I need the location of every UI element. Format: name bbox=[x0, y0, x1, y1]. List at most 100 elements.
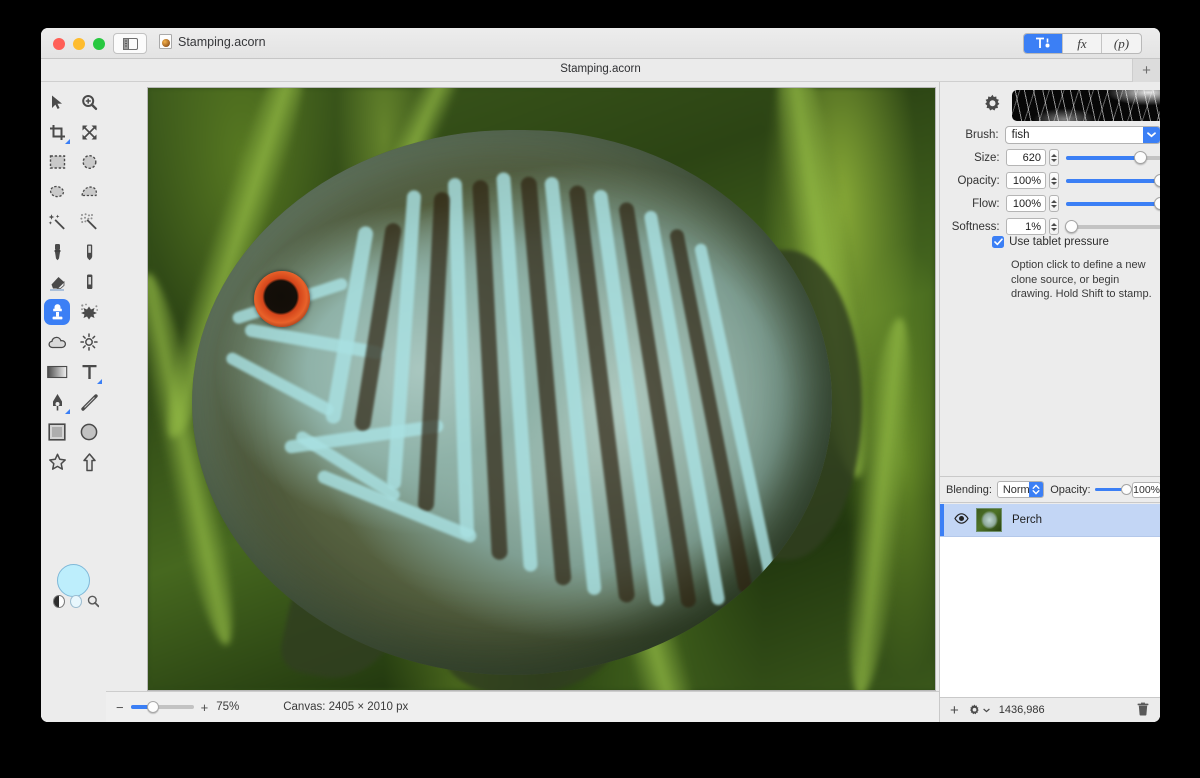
segment-filters[interactable]: fx bbox=[1063, 34, 1102, 53]
tool-submenu-indicator[interactable] bbox=[65, 409, 70, 414]
layer-opacity-knob[interactable] bbox=[1121, 484, 1133, 495]
softness-slider[interactable] bbox=[1065, 220, 1160, 233]
tool-bezier-pen[interactable] bbox=[41, 387, 73, 417]
layer-visibility-toggle[interactable] bbox=[954, 511, 969, 529]
zoom-level-label: 75% bbox=[216, 701, 240, 713]
brush-settings-gear-button[interactable] bbox=[982, 94, 1003, 120]
tool-options-icon bbox=[1035, 37, 1049, 48]
color-picker-magnifier-icon[interactable] bbox=[87, 594, 99, 608]
softness-stepper[interactable] bbox=[1048, 218, 1060, 235]
tool-gradient[interactable] bbox=[41, 357, 73, 387]
gradient-icon bbox=[46, 365, 67, 379]
softness-input[interactable]: 1% bbox=[1005, 218, 1046, 235]
flow-slider-knob[interactable] bbox=[1154, 197, 1160, 210]
brush-stroke-preview[interactable] bbox=[1012, 90, 1160, 121]
flow-stepper[interactable] bbox=[1048, 195, 1060, 212]
tablet-pressure-row[interactable]: Use tablet pressure bbox=[940, 236, 1160, 248]
text-T-icon bbox=[82, 365, 96, 379]
softness-slider-knob[interactable] bbox=[1065, 220, 1079, 233]
layer-opacity-input[interactable]: 100% bbox=[1132, 481, 1160, 498]
tool-brush[interactable] bbox=[41, 237, 73, 267]
brush-select[interactable]: fish bbox=[1004, 125, 1160, 144]
checkmark-icon bbox=[993, 238, 1003, 246]
sidebar-toggle-button[interactable] bbox=[113, 33, 147, 54]
inspector-segmented-control[interactable]: fx (p) bbox=[1023, 33, 1142, 54]
tool-pencil[interactable] bbox=[73, 237, 105, 267]
opacity-slider[interactable] bbox=[1066, 174, 1160, 187]
size-label: Size: bbox=[974, 151, 1000, 164]
tool-smudge[interactable] bbox=[73, 267, 105, 297]
reset-color-swatch-icon[interactable] bbox=[69, 594, 82, 608]
marquee-ellipse-icon bbox=[81, 154, 97, 170]
fish-eye bbox=[254, 271, 310, 327]
arrows-expand-icon bbox=[82, 125, 96, 139]
delete-layer-button[interactable] bbox=[1137, 702, 1149, 719]
add-layer-button[interactable]: + bbox=[950, 703, 959, 718]
tool-polygon-lasso[interactable] bbox=[73, 177, 105, 207]
tool-rectangle-shape[interactable] bbox=[41, 417, 73, 447]
tool-blemish-remover[interactable] bbox=[73, 297, 105, 327]
zoom-slider[interactable] bbox=[130, 701, 194, 713]
zoom-window-button[interactable] bbox=[93, 38, 105, 50]
black-white-swatch-icon[interactable] bbox=[53, 594, 65, 608]
flow-slider[interactable] bbox=[1066, 197, 1160, 210]
chevron-down-icon[interactable] bbox=[1143, 126, 1160, 143]
table-row[interactable]: Perch bbox=[940, 504, 1160, 537]
opacity-stepper[interactable] bbox=[1048, 172, 1060, 189]
flow-input[interactable]: 100% bbox=[1005, 195, 1046, 212]
close-window-button[interactable] bbox=[53, 38, 65, 50]
magic-wand-icon bbox=[48, 214, 65, 230]
tool-text[interactable] bbox=[73, 357, 105, 387]
tool-submenu-indicator[interactable] bbox=[65, 139, 70, 144]
size-input[interactable]: 620 bbox=[1005, 149, 1046, 166]
layer-opacity-slider[interactable] bbox=[1094, 484, 1133, 495]
layer-actions-menu-button[interactable] bbox=[968, 703, 990, 717]
size-slider-knob[interactable] bbox=[1133, 151, 1147, 164]
document-title-chip[interactable]: Stamping.acorn bbox=[159, 34, 266, 49]
zoom-slider-knob[interactable] bbox=[147, 701, 160, 713]
zoom-out-button[interactable]: − bbox=[116, 700, 124, 715]
tool-clone-stamp[interactable] bbox=[41, 297, 73, 327]
size-stepper[interactable] bbox=[1048, 149, 1060, 166]
tool-transform[interactable] bbox=[73, 117, 105, 147]
color-mini-controls bbox=[53, 594, 99, 608]
opacity-input[interactable]: 100% bbox=[1005, 172, 1046, 189]
tool-blur[interactable] bbox=[41, 327, 73, 357]
cursor-coordinates-label: 1436,986 bbox=[998, 704, 1045, 716]
canvas-area[interactable] bbox=[106, 82, 939, 722]
size-slider[interactable] bbox=[1066, 151, 1160, 164]
tool-star-shape[interactable] bbox=[41, 447, 73, 477]
chevron-updown-icon[interactable] bbox=[1029, 482, 1044, 497]
marquee-rect-icon bbox=[49, 155, 65, 169]
blemish-splat-icon bbox=[80, 303, 98, 320]
tool-dodge-burn[interactable] bbox=[73, 327, 105, 357]
tool-eraser[interactable] bbox=[41, 267, 73, 297]
segment-tools[interactable] bbox=[1024, 34, 1063, 53]
minimize-window-button[interactable] bbox=[73, 38, 85, 50]
add-tab-button[interactable]: + bbox=[1132, 59, 1160, 82]
opacity-slider-knob[interactable] bbox=[1154, 174, 1160, 187]
layers-panel: Blending: Normal Opacity: 100% Perch + 1… bbox=[940, 476, 1160, 722]
tool-rect-select[interactable] bbox=[41, 147, 73, 177]
tool-crop[interactable] bbox=[41, 117, 73, 147]
tablet-pressure-checkbox[interactable] bbox=[992, 236, 1005, 248]
tool-zoom[interactable] bbox=[73, 87, 105, 117]
tool-ellipse-select[interactable] bbox=[73, 147, 105, 177]
inspector-panel: Brush: fish Size: 620 Opacity: 100% Flow… bbox=[939, 82, 1160, 722]
sun-rays-icon bbox=[80, 333, 98, 351]
tool-arrow-shape[interactable] bbox=[73, 447, 105, 477]
tool-line[interactable] bbox=[73, 387, 105, 417]
tool-magic-wand[interactable] bbox=[41, 207, 73, 237]
blending-select[interactable]: Normal bbox=[996, 481, 1045, 498]
active-tab-title[interactable]: Stamping.acorn bbox=[41, 63, 1160, 75]
segment-presets[interactable]: (p) bbox=[1102, 34, 1141, 53]
zoom-in-button[interactable]: + bbox=[201, 700, 209, 715]
tool-lasso[interactable] bbox=[41, 177, 73, 207]
tool-submenu-indicator[interactable] bbox=[97, 379, 102, 384]
tool-ellipse-shape[interactable] bbox=[73, 417, 105, 447]
foreground-color-well[interactable] bbox=[57, 564, 90, 597]
tool-move[interactable] bbox=[41, 87, 73, 117]
tool-instant-alpha[interactable] bbox=[73, 207, 105, 237]
line-diagonal-icon bbox=[80, 393, 98, 411]
image-canvas[interactable] bbox=[147, 87, 936, 691]
